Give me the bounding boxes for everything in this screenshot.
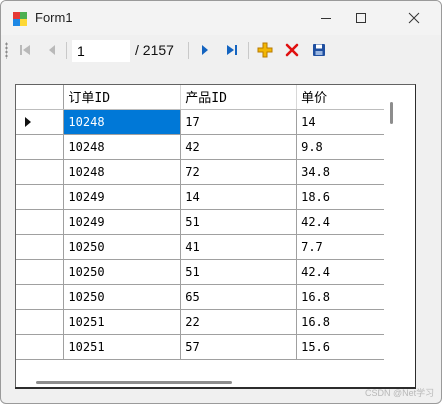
row-header[interactable]	[16, 259, 65, 285]
table-row[interactable]: 10251 57 15.6	[16, 334, 398, 360]
move-previous-icon	[49, 45, 55, 55]
table-row[interactable]: 10249 14 18.6	[16, 184, 398, 210]
toolbar-separator	[188, 42, 189, 59]
row-header[interactable]	[16, 309, 65, 335]
move-first-icon	[20, 45, 30, 55]
cell-order-id[interactable]: 10248	[63, 134, 182, 160]
row-header[interactable]	[16, 284, 65, 310]
grid-bottom-edge	[15, 387, 416, 389]
data-grid-table: 订单ID 产品ID 单价 10248 17 14 10248 42 9.8 10…	[16, 85, 398, 360]
maximize-icon	[356, 13, 366, 23]
add-icon	[257, 42, 273, 58]
table-row[interactable]: 10249 51 42.4	[16, 209, 398, 235]
table-row[interactable]: 10250 51 42.4	[16, 259, 398, 285]
cell-unit-price[interactable]: 34.8	[296, 159, 398, 185]
position-input[interactable]	[72, 40, 130, 62]
cell-order-id[interactable]: 10249	[63, 184, 182, 210]
row-header[interactable]	[16, 184, 65, 210]
current-row-arrow-icon	[25, 116, 31, 127]
table-row[interactable]: 10248 72 34.8	[16, 159, 398, 185]
form-app-icon	[12, 11, 28, 27]
cell-order-id[interactable]: 10248	[63, 109, 182, 135]
cell-product-id[interactable]: 72	[180, 159, 298, 185]
move-next-button[interactable]	[194, 39, 216, 61]
column-header-unit-price[interactable]: 单价	[296, 85, 398, 110]
row-header[interactable]	[16, 209, 65, 235]
cell-order-id[interactable]: 10250	[63, 259, 182, 285]
cell-product-id[interactable]: 41	[180, 234, 298, 260]
table-row[interactable]: 10250 65 16.8	[16, 284, 398, 310]
cell-unit-price[interactable]: 16.8	[296, 309, 398, 335]
cell-unit-price[interactable]: 42.4	[296, 259, 398, 285]
delete-button[interactable]	[281, 39, 303, 61]
row-header[interactable]	[16, 109, 65, 135]
cell-unit-price[interactable]: 15.6	[296, 334, 398, 360]
move-last-icon	[227, 45, 237, 55]
move-previous-button[interactable]	[41, 39, 63, 61]
cell-product-id[interactable]: 57	[180, 334, 298, 360]
cell-unit-price[interactable]: 9.8	[296, 134, 398, 160]
cell-product-id[interactable]: 51	[180, 259, 298, 285]
row-header[interactable]	[16, 234, 65, 260]
delete-icon	[285, 43, 299, 57]
cell-order-id[interactable]: 10250	[63, 284, 182, 310]
cell-order-id[interactable]: 10251	[63, 309, 182, 335]
cell-product-id[interactable]: 17	[180, 109, 298, 135]
close-icon	[408, 12, 420, 24]
table-row[interactable]: 10248 17 14	[16, 109, 398, 135]
column-header-row: 订单ID 产品ID 单价	[16, 85, 398, 110]
row-header[interactable]	[16, 134, 65, 160]
cell-unit-price[interactable]: 16.8	[296, 284, 398, 310]
table-row[interactable]: 10248 42 9.8	[16, 134, 398, 160]
move-last-button[interactable]	[221, 39, 243, 61]
close-button[interactable]	[391, 1, 437, 35]
cell-unit-price[interactable]: 14	[296, 109, 398, 135]
column-header-product-id[interactable]: 产品ID	[180, 85, 298, 110]
column-header-order-id[interactable]: 订单ID	[63, 85, 182, 110]
grid-right-edge	[397, 84, 416, 388]
maximize-button[interactable]	[338, 1, 384, 35]
vertical-scroll-thumb[interactable]	[390, 102, 393, 124]
cell-product-id[interactable]: 42	[180, 134, 298, 160]
cell-order-id[interactable]: 10249	[63, 209, 182, 235]
cell-product-id[interactable]: 22	[180, 309, 298, 335]
row-header[interactable]	[16, 159, 65, 185]
save-button[interactable]	[308, 39, 330, 61]
cell-unit-price[interactable]: 7.7	[296, 234, 398, 260]
form-window: Form1 1 / 2157 订单ID 产品ID 单价 10248 17 14 …	[0, 0, 442, 404]
cell-product-id[interactable]: 51	[180, 209, 298, 235]
cell-order-id[interactable]: 10251	[63, 334, 182, 360]
cell-unit-price[interactable]: 18.6	[296, 184, 398, 210]
horizontal-scrollbar[interactable]	[16, 374, 398, 388]
cell-product-id[interactable]: 65	[180, 284, 298, 310]
table-row[interactable]: 10250 41 7.7	[16, 234, 398, 260]
save-icon	[313, 44, 325, 56]
minimize-icon	[321, 18, 331, 19]
table-row[interactable]: 10251 22 16.8	[16, 309, 398, 335]
add-new-button[interactable]	[254, 39, 276, 61]
toolbar-separator	[248, 42, 249, 59]
top-left-header-cell[interactable]	[16, 85, 65, 110]
toolbar-separator	[66, 42, 67, 59]
title-bar[interactable]: Form1	[1, 1, 441, 35]
cell-order-id[interactable]: 10250	[63, 234, 182, 260]
cell-order-id[interactable]: 10248	[63, 159, 182, 185]
move-first-button[interactable]	[14, 39, 36, 61]
move-next-icon	[202, 45, 208, 55]
toolbar-grip[interactable]	[5, 42, 8, 59]
watermark-text: CSDN @Net学习	[365, 388, 435, 398]
horizontal-scroll-thumb[interactable]	[36, 381, 232, 384]
data-grid-view[interactable]: 订单ID 产品ID 单价 10248 17 14 10248 42 9.8 10…	[15, 84, 399, 389]
vertical-scrollbar[interactable]	[384, 85, 398, 388]
binding-navigator	[1, 35, 441, 65]
row-header[interactable]	[16, 334, 65, 360]
window-title: Form1	[35, 10, 73, 25]
record-count-label: / 2157	[135, 42, 174, 58]
cell-unit-price[interactable]: 42.4	[296, 209, 398, 235]
cell-product-id[interactable]: 14	[180, 184, 298, 210]
